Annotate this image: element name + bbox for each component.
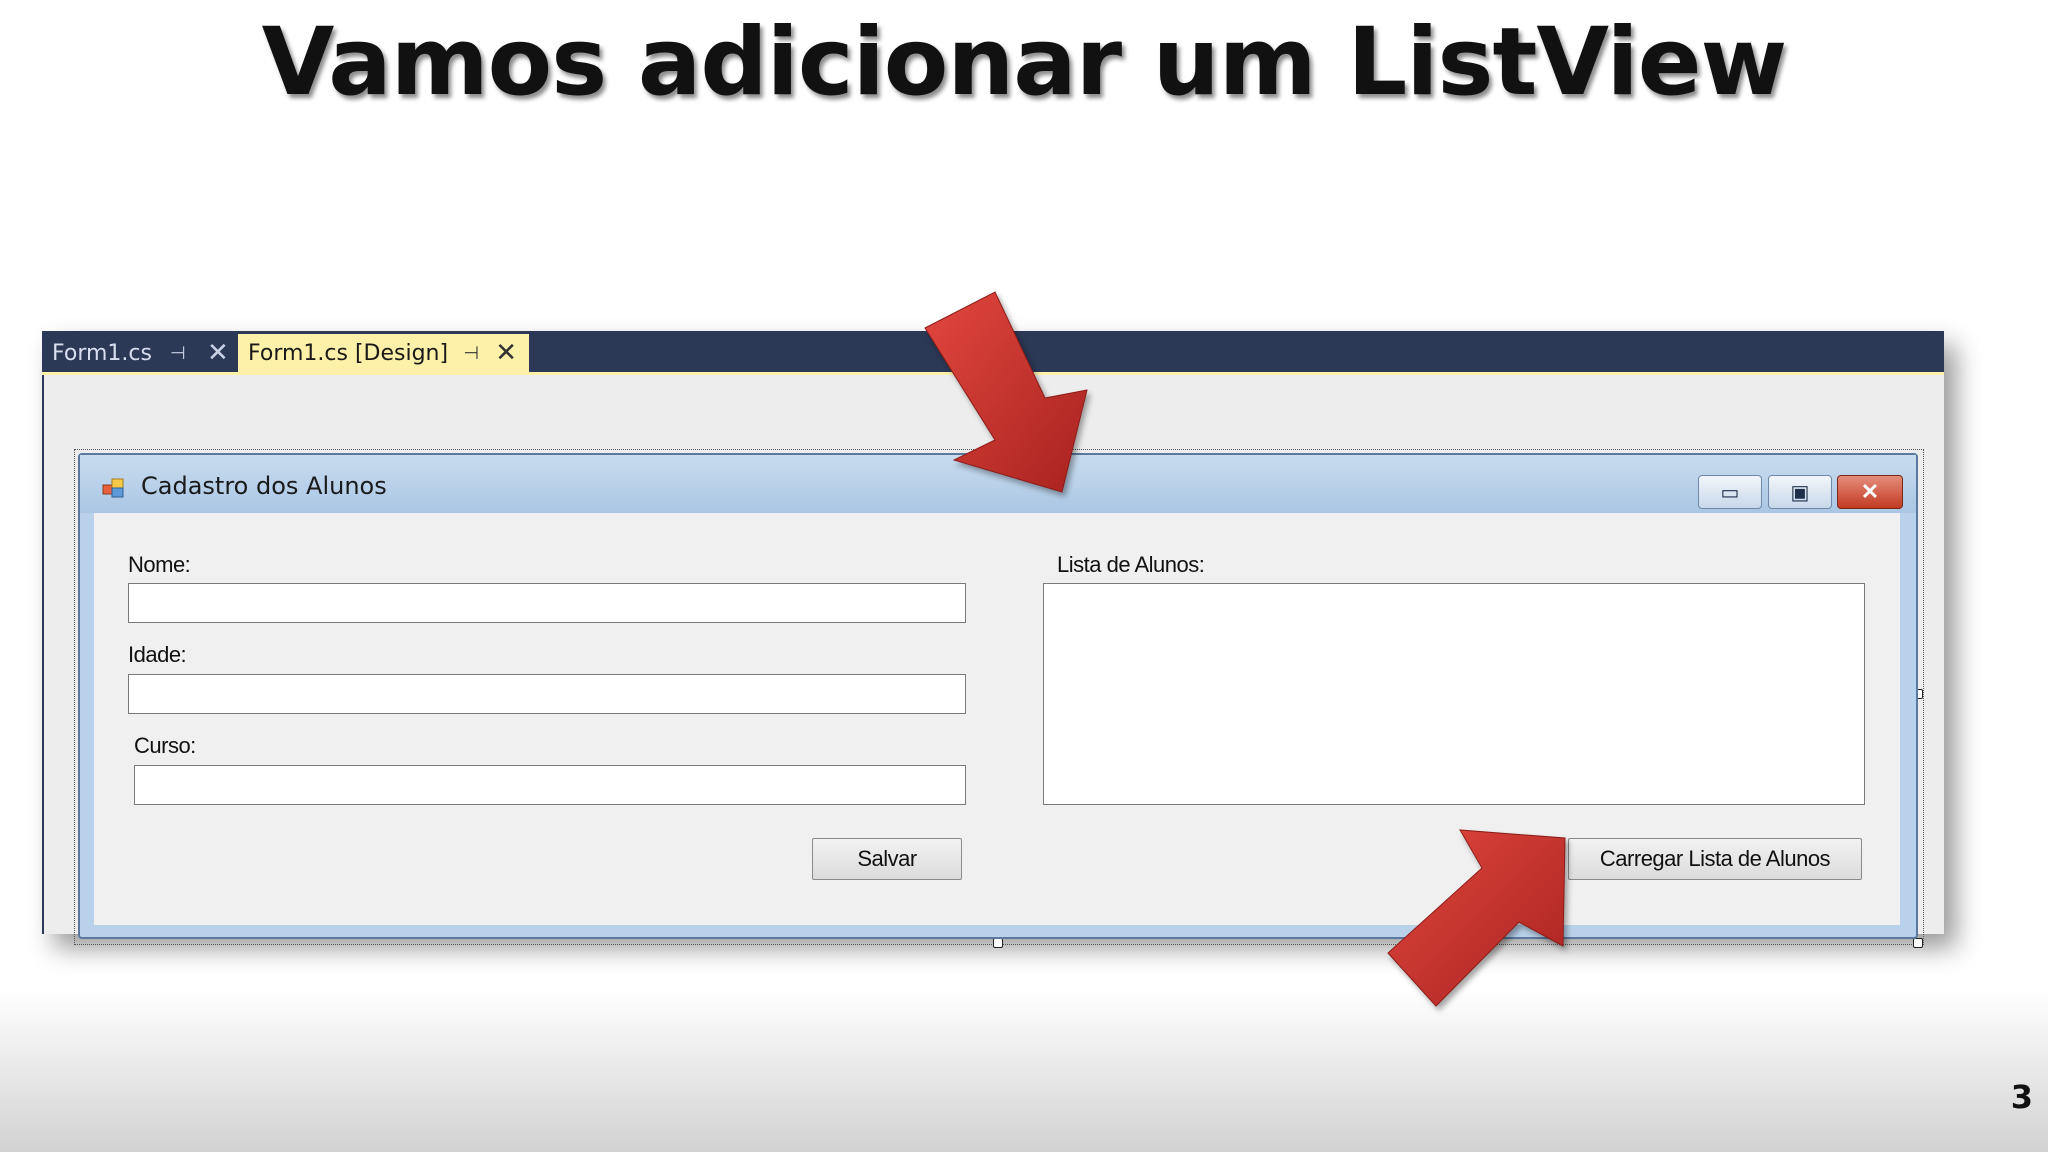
arrow-to-listview [924, 291, 1088, 493]
annotation-arrows [924, 291, 1566, 1007]
page-number: 3 [2010, 1078, 2033, 1116]
arrow-to-load-button [1387, 829, 1566, 1007]
